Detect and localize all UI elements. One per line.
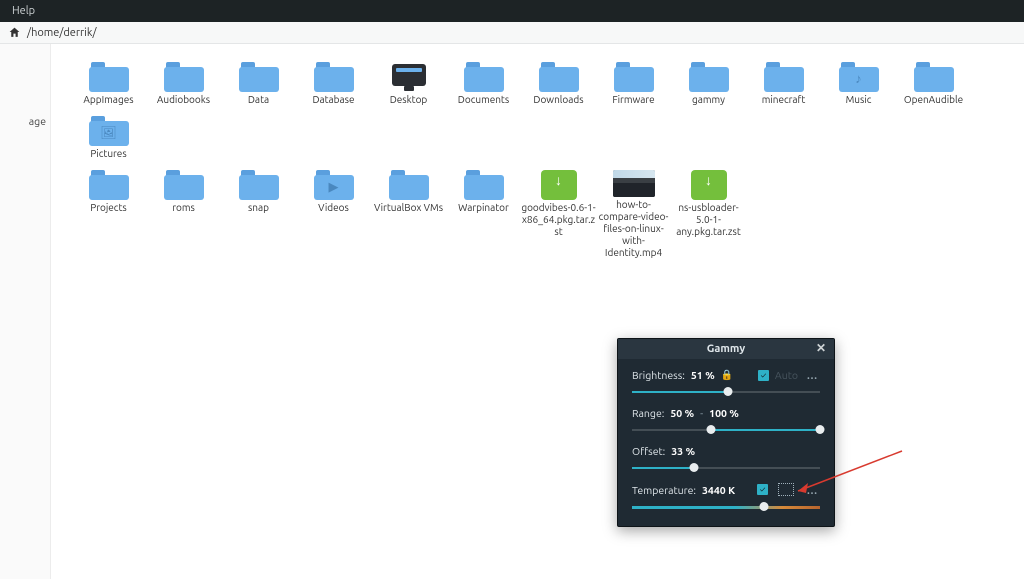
file-item[interactable]: VirtualBox VMs — [371, 170, 446, 259]
home-icon[interactable] — [8, 26, 21, 39]
file-label: how-to-compare-video-files-on-linux-with… — [596, 199, 671, 259]
gammy-title: Gammy — [707, 343, 745, 355]
temperature-checkbox[interactable]: ✓ — [757, 484, 768, 495]
offset-slider[interactable] — [632, 463, 820, 473]
file-item[interactable]: Firmware — [596, 62, 671, 106]
path-bar[interactable]: /home/derrik/ — [0, 22, 1024, 44]
annotation-target — [778, 483, 794, 496]
folder-icon — [614, 62, 654, 92]
file-item[interactable]: goodvibes-0.6-1-x86_64.pkg.tar.zst — [521, 170, 596, 259]
folder-icon — [314, 62, 354, 92]
gammy-titlebar[interactable]: Gammy ✕ — [618, 339, 834, 359]
file-label: Desktop — [390, 94, 428, 106]
gammy-window: Gammy ✕ Brightness: 51 % 🔒 ✓ Auto … Rang… — [617, 338, 835, 527]
file-label: Music — [846, 94, 872, 106]
file-item[interactable]: Warpinator — [446, 170, 521, 259]
file-label: Documents — [458, 94, 509, 106]
file-label: OpenAudible — [904, 94, 963, 106]
range-label: Range: — [632, 407, 664, 419]
file-grid: AppImages Audiobooks Data Database Desktop Do… — [51, 44, 1024, 579]
folder-icon — [539, 62, 579, 92]
folder-icon — [689, 62, 729, 92]
file-item[interactable]: Database — [296, 62, 371, 106]
file-item[interactable]: Projects — [71, 170, 146, 259]
file-item[interactable]: 🖼 Pictures — [71, 116, 146, 160]
offset-label: Offset: — [632, 445, 665, 457]
desktop-icon — [390, 62, 428, 92]
file-item[interactable]: OpenAudible — [896, 62, 971, 106]
file-item[interactable]: Audiobooks — [146, 62, 221, 106]
file-item[interactable]: snap — [221, 170, 296, 259]
file-label: Videos — [318, 202, 349, 214]
file-label: VirtualBox VMs — [374, 202, 443, 214]
brightness-slider[interactable] — [632, 387, 820, 397]
folder-icon — [239, 170, 279, 200]
file-label: ns-usbloader-5.0-1-any.pkg.tar.zst — [671, 202, 746, 238]
file-label: Database — [312, 94, 354, 106]
range-high: 100 % — [709, 407, 739, 419]
folder-icon — [239, 62, 279, 92]
file-label: roms — [172, 202, 195, 214]
file-label: goodvibes-0.6-1-x86_64.pkg.tar.zst — [521, 202, 596, 238]
file-item[interactable]: roms — [146, 170, 221, 259]
folder-icon — [164, 62, 204, 92]
file-item[interactable]: gammy — [671, 62, 746, 106]
file-item[interactable]: AppImages — [71, 62, 146, 106]
pkg-icon — [691, 170, 727, 200]
folder-icon — [389, 170, 429, 200]
file-item[interactable]: how-to-compare-video-files-on-linux-with… — [596, 170, 671, 259]
file-item[interactable]: ns-usbloader-5.0-1-any.pkg.tar.zst — [671, 170, 746, 259]
file-label: Warpinator — [458, 202, 509, 214]
sidebar: age — [0, 44, 51, 579]
brightness-auto-checkbox[interactable]: ✓ — [758, 370, 769, 381]
folder-icon — [464, 62, 504, 92]
close-icon[interactable]: ✕ — [814, 342, 828, 356]
range-low: 50 % — [670, 407, 694, 419]
path-text[interactable]: /home/derrik/ — [27, 27, 97, 39]
brightness-label: Brightness: — [632, 369, 685, 381]
file-item[interactable]: Documents — [446, 62, 521, 106]
temperature-more-icon[interactable]: … — [804, 484, 820, 496]
file-label: Audiobooks — [157, 94, 210, 106]
file-label: minecraft — [762, 94, 806, 106]
brightness-value: 51 % — [691, 369, 715, 381]
file-label: snap — [248, 202, 269, 214]
folder-icon: ▶ — [314, 170, 354, 200]
file-item[interactable]: Downloads — [521, 62, 596, 106]
folder-icon — [764, 62, 804, 92]
folder-icon: 🖼 — [89, 116, 129, 146]
file-item[interactable]: ♪ Music — [821, 62, 896, 106]
folder-icon — [164, 170, 204, 200]
file-label: Data — [248, 94, 269, 106]
file-label: Projects — [90, 202, 126, 214]
range-slider[interactable] — [632, 425, 820, 435]
folder-icon — [89, 170, 129, 200]
file-label: AppImages — [83, 94, 133, 106]
folder-icon — [89, 62, 129, 92]
folder-icon — [914, 62, 954, 92]
file-item[interactable]: ▶ Videos — [296, 170, 371, 259]
temperature-label: Temperature: — [632, 484, 696, 496]
lock-icon[interactable]: 🔒 — [721, 369, 733, 381]
brightness-more-icon[interactable]: … — [804, 369, 820, 381]
menu-help[interactable]: Help — [12, 5, 35, 17]
folder-icon: ♪ — [839, 62, 879, 92]
temperature-value: 3440 K — [702, 484, 735, 496]
file-label: gammy — [692, 94, 725, 106]
file-item[interactable]: Data — [221, 62, 296, 106]
file-item[interactable]: Desktop — [371, 62, 446, 106]
brightness-auto-label: Auto — [775, 369, 798, 381]
file-label: Downloads — [533, 94, 583, 106]
sidebar-fragment: age — [29, 112, 50, 130]
folder-icon — [464, 170, 504, 200]
offset-value: 33 % — [671, 445, 695, 457]
temperature-slider[interactable] — [632, 502, 820, 512]
pkg-icon — [541, 170, 577, 200]
video-icon — [613, 170, 655, 197]
file-label: Firmware — [612, 94, 654, 106]
file-label: Pictures — [90, 148, 126, 160]
file-item[interactable]: minecraft — [746, 62, 821, 106]
menu-bar: Help — [0, 0, 1024, 22]
